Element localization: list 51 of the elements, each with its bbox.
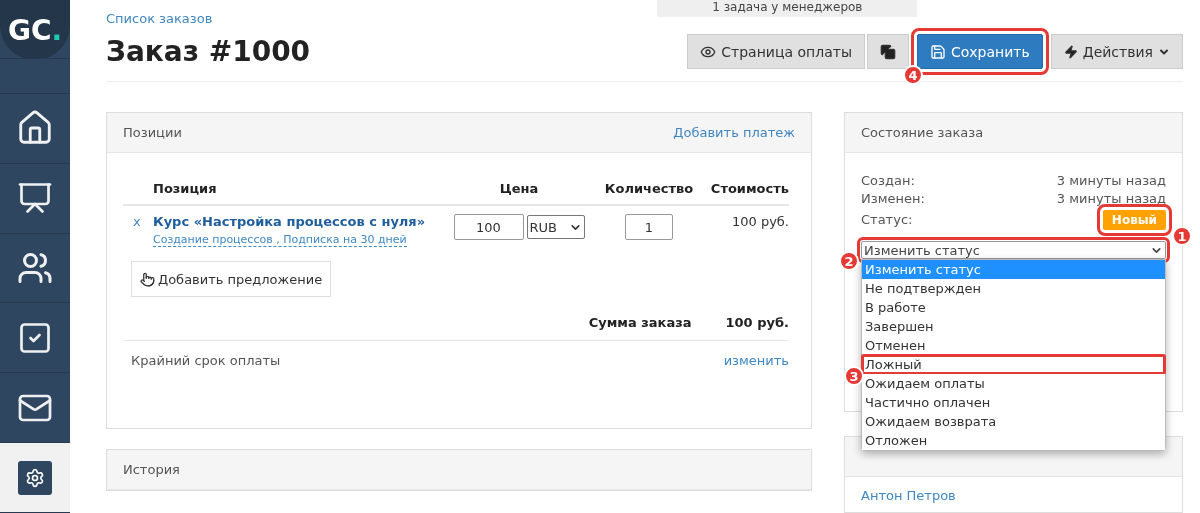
field-label: Создан: <box>861 173 915 188</box>
status-option[interactable]: Ложный <box>862 355 1165 374</box>
logo[interactable]: GC. <box>0 0 70 59</box>
status-option[interactable]: В работе <box>862 298 1165 317</box>
copy-icon <box>879 43 896 60</box>
total-value: 100 руб. <box>725 315 789 330</box>
breadcrumb-link[interactable]: Список заказов <box>106 11 213 26</box>
save-icon <box>929 43 946 60</box>
column-header: Количество <box>599 173 699 206</box>
callout-number: 1 <box>1172 226 1192 246</box>
total-label: Сумма заказа <box>588 315 692 330</box>
callout-number: 3 <box>844 366 864 386</box>
payment-page-button[interactable]: Страница оплаты <box>687 34 865 69</box>
lightning-icon <box>1063 44 1078 59</box>
price-input[interactable]: 100 <box>453 214 524 240</box>
quantity-input[interactable]: 1 <box>625 214 673 240</box>
status-option[interactable]: Ожидаем возврата <box>862 412 1165 431</box>
status-option[interactable]: Отменен <box>862 336 1165 355</box>
status-option[interactable]: Ожидаем оплаты <box>862 374 1165 393</box>
column-header: Позиция <box>153 173 439 206</box>
field-value: 3 минуты назад <box>1056 173 1166 188</box>
manager-link[interactable]: Антон Петров <box>861 488 956 503</box>
column-header: Цена <box>439 173 599 206</box>
status-option[interactable]: Завершен <box>862 317 1165 336</box>
status-option[interactable]: Частично оплачен <box>862 393 1165 412</box>
card-title: Позиции <box>123 125 182 140</box>
copy-button[interactable] <box>866 34 909 69</box>
field-label: Изменен: <box>861 191 925 206</box>
callout-number: 2 <box>839 251 859 271</box>
actions-button[interactable]: Действия <box>1050 34 1183 69</box>
column-header: Стоимость <box>699 173 789 206</box>
change-link[interactable]: изменить <box>723 353 789 368</box>
page-title: Заказ #1000 <box>106 35 311 68</box>
currency-select[interactable]: RUB <box>526 215 585 239</box>
settings-icon[interactable] <box>18 460 52 495</box>
item-details-link[interactable]: Создание процессов , Подписка на 30 дней <box>153 233 407 247</box>
add-offer-button[interactable]: Добавить предложение <box>131 261 332 297</box>
remove-link[interactable]: x <box>123 214 141 229</box>
item-name-link[interactable]: Курс «Настройка процессов с нуля» <box>153 214 426 229</box>
field-value: 3 минуты назад <box>1056 191 1166 206</box>
callout-number: 4 <box>902 65 923 85</box>
cost-cell: 100 руб. <box>731 214 789 229</box>
deadline-label: Крайний срок оплаты <box>131 353 281 368</box>
add-payment-link[interactable]: Добавить платеж <box>673 125 795 140</box>
hand-pointer-icon <box>140 271 155 287</box>
card-title: История <box>123 462 180 477</box>
status-label: Статус: <box>861 212 913 227</box>
card-title: Состояние заказа <box>861 125 984 140</box>
status-option[interactable]: Отложен <box>862 431 1165 450</box>
status-option[interactable]: Не подтвержден <box>862 279 1165 298</box>
tab[interactable]: 1 задача у менеджеров <box>657 0 918 17</box>
